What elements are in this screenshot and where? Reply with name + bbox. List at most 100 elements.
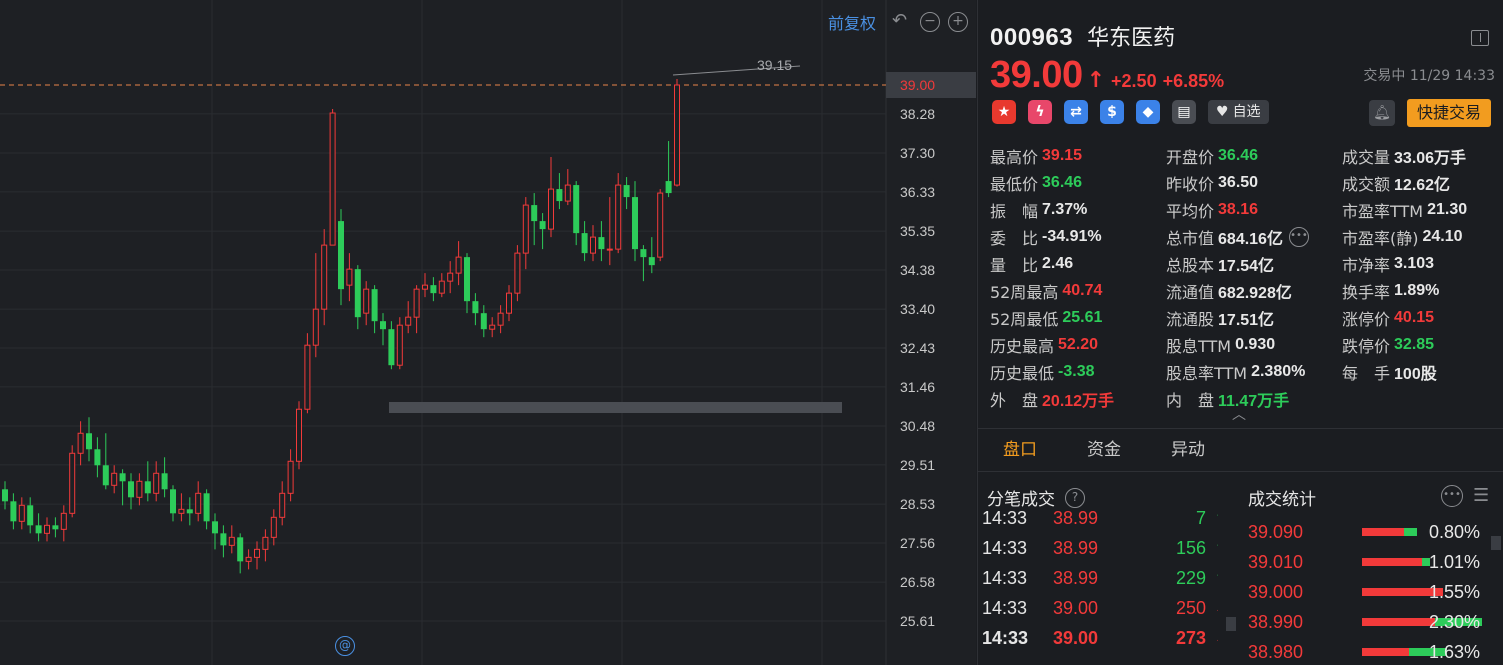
candle[interactable] [18, 497, 25, 530]
candle[interactable] [480, 305, 487, 338]
candle[interactable] [363, 281, 370, 326]
candle[interactable] [77, 421, 84, 466]
more-options-icon[interactable]: ••• [1441, 485, 1463, 507]
ticks-scrollbar[interactable] [1226, 617, 1236, 631]
candle[interactable] [531, 193, 538, 246]
candle[interactable] [178, 493, 185, 522]
undo-icon[interactable]: ↶ [892, 12, 912, 32]
candle[interactable] [413, 285, 420, 334]
candle[interactable] [44, 517, 50, 542]
adjust-mode-toggle[interactable]: 前复权 [828, 10, 876, 34]
zoom-out-icon[interactable]: − [920, 12, 940, 32]
candle[interactable] [346, 253, 353, 302]
candle[interactable] [405, 301, 412, 334]
candle[interactable] [648, 237, 655, 274]
document-icon[interactable]: ▤ [1172, 100, 1196, 124]
candle[interactable] [312, 253, 319, 358]
candle[interactable] [388, 321, 395, 370]
candle[interactable] [52, 517, 59, 538]
candle[interactable] [548, 157, 554, 238]
candle[interactable] [321, 229, 328, 326]
candle[interactable] [279, 481, 286, 526]
candle[interactable] [396, 317, 403, 370]
margin-lightning-icon[interactable]: ϟ [1028, 100, 1052, 124]
tab-2[interactable]: 异动 [1146, 429, 1230, 471]
candle[interactable] [220, 525, 227, 558]
candle[interactable] [455, 241, 462, 286]
candle[interactable] [506, 285, 512, 322]
tag-icon[interactable]: ◆ [1136, 100, 1160, 124]
candle[interactable] [119, 469, 126, 506]
candle[interactable] [447, 261, 454, 294]
candle[interactable] [464, 253, 470, 314]
candle[interactable] [170, 485, 176, 522]
candle[interactable] [472, 293, 479, 326]
candle[interactable] [262, 529, 269, 562]
help-icon[interactable]: ? [1065, 487, 1085, 508]
china-flag-icon[interactable]: ★ [992, 100, 1016, 124]
candle[interactable] [632, 181, 638, 262]
candle[interactable] [186, 497, 193, 526]
candle[interactable] [212, 513, 218, 550]
candle[interactable] [615, 173, 622, 254]
candle[interactable] [665, 141, 672, 198]
candle[interactable] [296, 401, 302, 470]
alert-bell-icon[interactable]: 🔔︎ [1369, 100, 1395, 126]
candle[interactable] [254, 541, 260, 570]
layout-toggle-icon[interactable] [1471, 30, 1489, 46]
candle[interactable] [422, 273, 428, 298]
list-view-icon[interactable]: ☰ [1473, 485, 1495, 507]
zoom-in-icon[interactable]: + [948, 12, 968, 32]
candle[interactable] [161, 457, 168, 498]
tab-1[interactable]: 资金 [1062, 429, 1146, 471]
stock-connect-icon[interactable]: ⇄ [1064, 100, 1088, 124]
candle[interactable] [657, 189, 664, 262]
collapse-chevron-icon[interactable]: ︿ [1232, 404, 1246, 424]
more-info-icon[interactable]: ••• [1288, 226, 1309, 247]
candle[interactable] [287, 449, 294, 502]
candle[interactable] [354, 265, 361, 330]
candle[interactable] [522, 197, 529, 270]
quick-trade-button[interactable]: 快捷交易 [1406, 99, 1491, 127]
dividend-dollar-icon[interactable]: $ [1100, 100, 1124, 124]
candle[interactable] [430, 277, 437, 302]
candle[interactable] [136, 473, 143, 506]
candle[interactable] [27, 497, 34, 534]
candle[interactable] [60, 505, 67, 542]
candle[interactable] [564, 169, 571, 206]
tab-0[interactable]: 盘口 [978, 429, 1062, 471]
tick-trades-list[interactable]: 14:33 38.99 7 ▼ 14:33 38.99 156 ▼ 14:33 38.99 229 ▼… [978, 510, 1218, 665]
candle[interactable] [86, 417, 92, 462]
candle[interactable] [2, 481, 8, 510]
candle[interactable] [438, 273, 445, 298]
candle[interactable] [338, 209, 344, 306]
candle[interactable] [590, 225, 596, 262]
candle[interactable] [69, 445, 76, 518]
candle[interactable] [144, 461, 151, 502]
candle[interactable] [489, 317, 496, 338]
add-watchlist-button[interactable]: ♥ 自选 [1208, 100, 1269, 124]
candle[interactable] [623, 177, 630, 210]
volume-stats-list[interactable]: 39.090 0.80% 39.010 1.01% 39.000 1.55% 38.990 2… [1248, 517, 1484, 665]
candle[interactable] [598, 221, 605, 262]
candle[interactable] [111, 465, 118, 494]
candle[interactable] [270, 509, 277, 546]
candle[interactable] [153, 461, 160, 502]
candle[interactable] [94, 437, 101, 478]
candle[interactable] [304, 333, 311, 414]
candle[interactable] [573, 181, 580, 246]
candle[interactable] [329, 109, 336, 246]
candle[interactable] [380, 313, 386, 346]
candle[interactable] [674, 78, 680, 187]
drawn-support-band[interactable] [389, 402, 842, 413]
volume-stats-scrollbar[interactable] [1491, 536, 1501, 550]
candle[interactable] [237, 533, 244, 574]
candle[interactable] [35, 513, 42, 542]
candle[interactable] [640, 245, 647, 282]
candlestick-chart[interactable]: 38.28 37.30 36.33 35.35 34.38 33.40 32.43 31.46… [0, 0, 976, 665]
candle[interactable] [228, 525, 235, 554]
candle[interactable] [195, 481, 202, 522]
candle[interactable] [514, 245, 521, 302]
candle[interactable] [371, 285, 378, 334]
at-marker-icon[interactable]: @ [335, 636, 355, 656]
